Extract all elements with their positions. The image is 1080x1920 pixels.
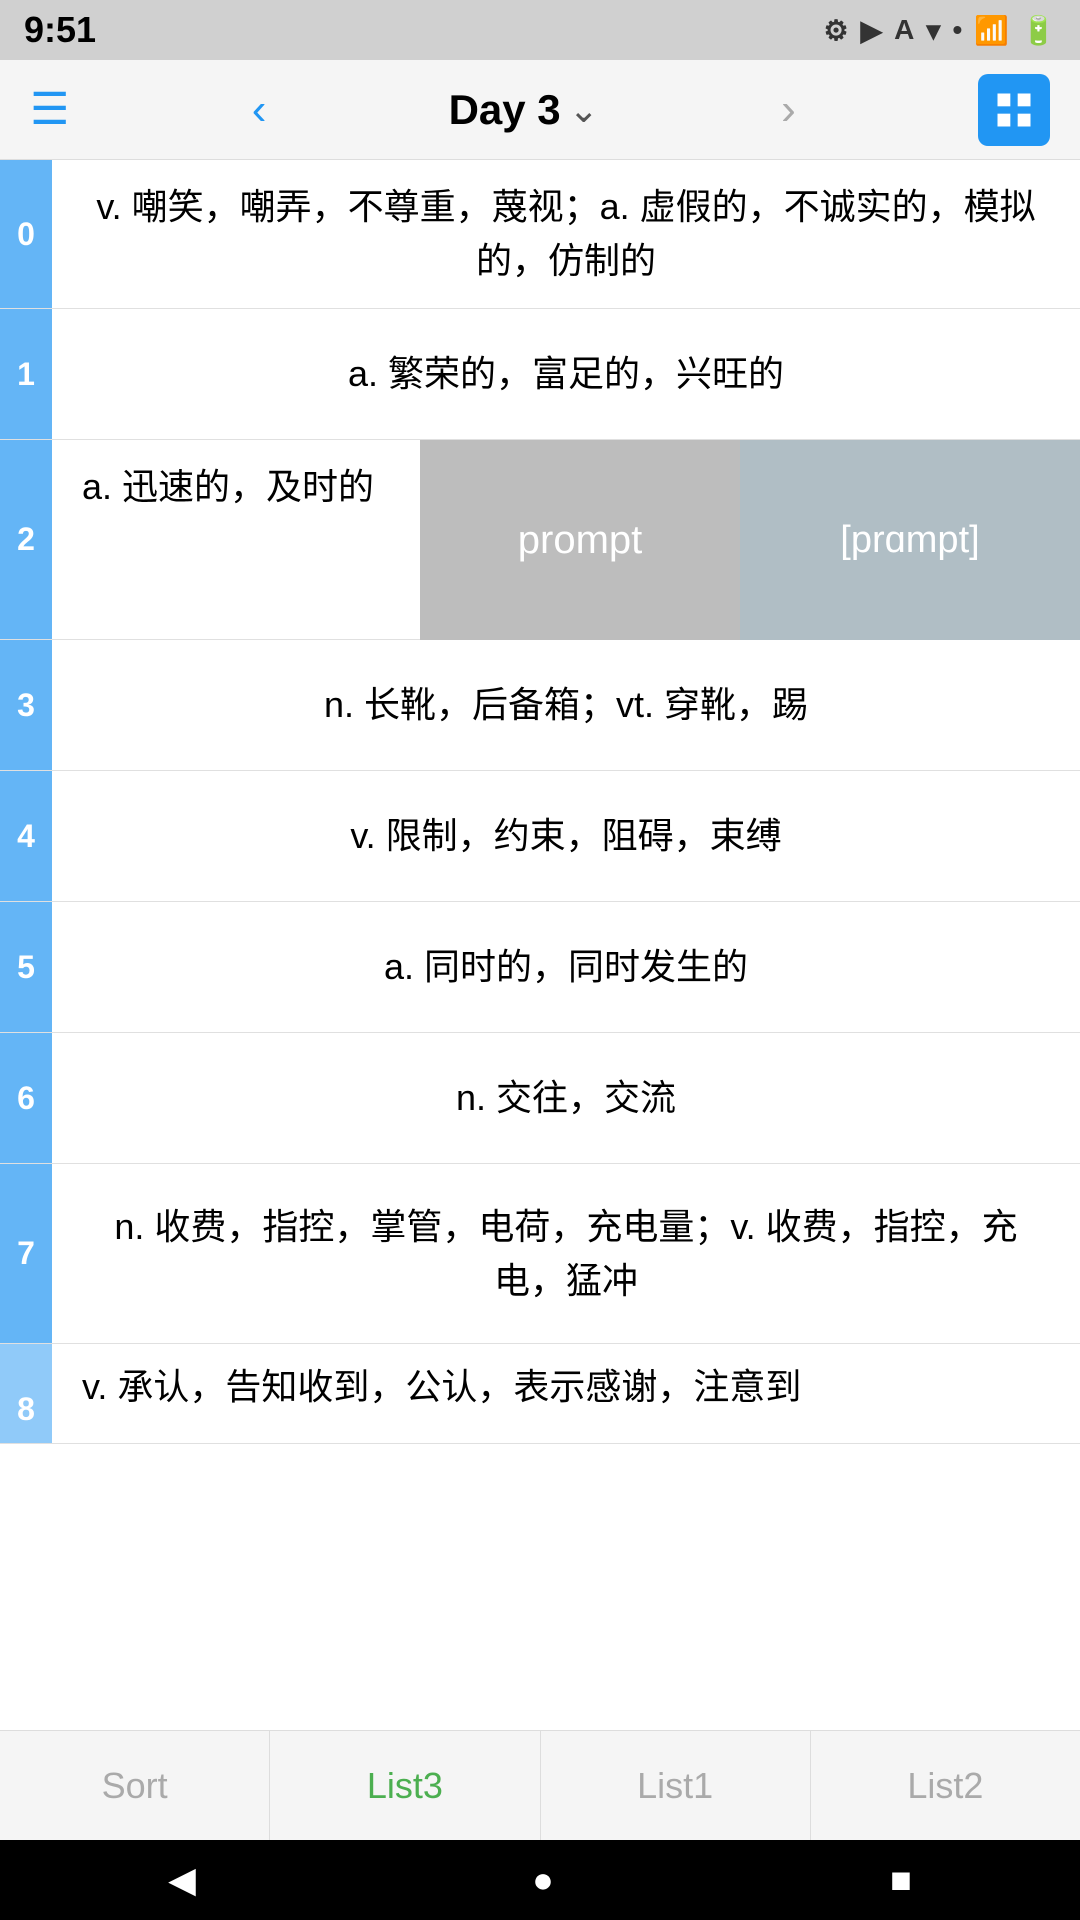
tab-list1[interactable]: List1 xyxy=(541,1731,811,1840)
menu-icon[interactable]: ☰ xyxy=(30,88,69,132)
nav-title-area[interactable]: Day 3 ⌄ xyxy=(449,86,599,134)
play-icon: ▶ xyxy=(861,14,883,47)
dot-icon: • xyxy=(952,14,962,46)
wifi-icon: ▾ xyxy=(926,14,940,47)
forward-nav-icon[interactable]: › xyxy=(781,85,796,135)
word-def-3: n. 长靴，后备箱；vt. 穿靴，踢 xyxy=(52,658,1080,752)
word-def-4: v. 限制，约束，阻碍，束缚 xyxy=(52,789,1080,883)
nav-bar: ☰ ‹ Day 3 ⌄ › xyxy=(0,60,1080,160)
word-def-1: a. 繁荣的，富足的，兴旺的 xyxy=(52,327,1080,421)
word-index-6: 6 xyxy=(0,1033,52,1163)
status-bar: 9:51 ⚙ ▶ A ▾ • 📶 🔋 xyxy=(0,0,1080,60)
word-index-0: 0 xyxy=(0,160,52,308)
tab-list3[interactable]: List3 xyxy=(270,1731,540,1840)
word-index-5: 5 xyxy=(0,902,52,1032)
word-row[interactable]: 5 a. 同时的，同时发生的 xyxy=(0,902,1080,1033)
tab-list2[interactable]: List2 xyxy=(811,1731,1080,1840)
word-index-8: 8 xyxy=(0,1344,52,1444)
word-index-1: 1 xyxy=(0,309,52,439)
word-index-4: 4 xyxy=(0,771,52,901)
recent-button[interactable]: ■ xyxy=(890,1859,912,1901)
word-def-0: v. 嘲笑，嘲弄，不尊重，蔑视；a. 虚假的，不诚实的，模拟的，仿制的 xyxy=(52,160,1080,308)
bottom-tab-bar: Sort List3 List1 List2 xyxy=(0,1730,1080,1840)
word-row[interactable]: 7 n. 收费，指控，掌管，电荷，充电量；v. 收费，指控，充电，猛冲 xyxy=(0,1164,1080,1344)
word-def-5: a. 同时的，同时发生的 xyxy=(52,920,1080,1014)
settings-icon: ⚙ xyxy=(823,14,848,47)
word-index-3: 3 xyxy=(0,640,52,770)
word-list: 0 v. 嘲笑，嘲弄，不尊重，蔑视；a. 虚假的，不诚实的，模拟的，仿制的 1 … xyxy=(0,160,1080,1444)
word-row-8[interactable]: 8 v. 承认，告知收到，公认，表示感谢，注意到 xyxy=(0,1344,1080,1444)
word-row[interactable]: 6 n. 交往，交流 xyxy=(0,1033,1080,1164)
home-button[interactable]: ● xyxy=(532,1859,554,1901)
popup-phonetic: [prɑmpt] xyxy=(740,440,1080,640)
status-time: 9:51 xyxy=(24,9,96,51)
word-row[interactable]: 0 v. 嘲笑，嘲弄，不尊重，蔑视；a. 虚假的，不诚实的，模拟的，仿制的 xyxy=(0,160,1080,309)
popup-overlay[interactable]: prompt [prɑmpt] xyxy=(420,440,1080,640)
word-row[interactable]: 1 a. 繁荣的，富足的，兴旺的 xyxy=(0,309,1080,440)
word-row-2[interactable]: 2 a. 迅速的，及时的 prompt [prɑmpt] xyxy=(0,440,1080,640)
back-nav-icon[interactable]: ‹ xyxy=(252,85,267,135)
word-def-6: n. 交往，交流 xyxy=(52,1051,1080,1145)
word-index-7: 7 xyxy=(0,1164,52,1343)
tab-sort[interactable]: Sort xyxy=(0,1731,270,1840)
battery-icon: 🔋 xyxy=(1021,14,1056,47)
popup-word[interactable]: prompt xyxy=(420,440,740,640)
nav-title: Day 3 xyxy=(449,86,561,134)
status-icons: ⚙ ▶ A ▾ • 📶 🔋 xyxy=(823,14,1056,47)
system-nav-bar: ◀ ● ■ xyxy=(0,1840,1080,1920)
word-index-2: 2 xyxy=(0,440,52,639)
signal-icon: 📶 xyxy=(974,14,1009,47)
word-row[interactable]: 4 v. 限制，约束，阻碍，束缚 xyxy=(0,771,1080,902)
word-def-8: v. 承认，告知收到，公认，表示感谢，注意到 xyxy=(52,1344,1080,1443)
grid-view-button[interactable] xyxy=(978,74,1050,146)
word-row[interactable]: 3 n. 长靴，后备箱；vt. 穿靴，踢 xyxy=(0,640,1080,771)
word-def-7: n. 收费，指控，掌管，电荷，充电量；v. 收费，指控，充电，猛冲 xyxy=(52,1180,1080,1328)
back-button[interactable]: ◀ xyxy=(168,1859,196,1901)
font-icon: A xyxy=(894,14,914,46)
dropdown-icon: ⌄ xyxy=(569,89,599,131)
